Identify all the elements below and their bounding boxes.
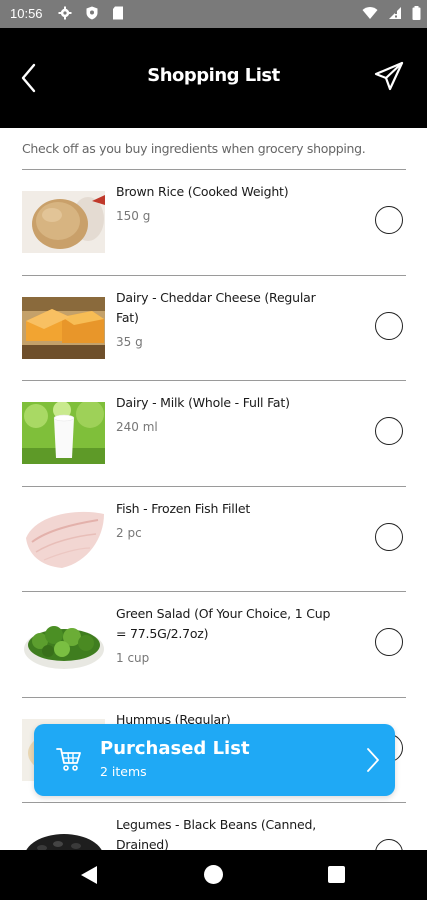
share-button[interactable] xyxy=(373,60,405,92)
purchased-count: 2 items xyxy=(100,764,147,779)
fish-fillet-image xyxy=(22,507,105,570)
settings-icon xyxy=(58,6,72,20)
item-quantity: 1 cup xyxy=(116,651,150,665)
item-quantity: 35 g xyxy=(116,334,143,349)
green-salad-image xyxy=(22,613,105,675)
status-right-icons xyxy=(362,6,421,25)
list-item: Green Salad (Of Your Choice, 1 Cup = 77.… xyxy=(22,591,406,697)
shield-icon xyxy=(86,6,98,20)
app-header: Shopping List xyxy=(0,28,427,128)
navigation-bar xyxy=(0,850,427,900)
recents-square-icon[interactable] xyxy=(328,866,345,883)
battery-icon xyxy=(412,6,421,20)
purchased-list-button[interactable]: Purchased List 2 items xyxy=(34,724,395,796)
shopping-cart-icon xyxy=(56,748,81,771)
item-name: Dairy - Cheddar Cheese (Regular Fat) xyxy=(116,289,316,325)
milk-image xyxy=(22,402,105,464)
item-name: Fish - Frozen Fish Fillet xyxy=(116,500,251,516)
list-item: Dairy - Milk (Whole - Full Fat) 240 ml xyxy=(22,380,406,486)
page-title: Shopping List xyxy=(147,65,280,86)
item-quantity: 150 g xyxy=(116,209,151,223)
list-item: Dairy - Cheddar Cheese (Regular Fat) 35 … xyxy=(22,274,406,381)
sd-card-icon xyxy=(113,6,124,20)
status-time: 10:56 xyxy=(10,6,43,21)
status-left-icons xyxy=(58,6,124,25)
item-checkbox[interactable] xyxy=(375,628,403,656)
item-name: Legumes - Black Beans (Canned, Drained) xyxy=(116,817,316,852)
item-quantity: 2 pc xyxy=(116,525,142,540)
item-checkbox[interactable] xyxy=(375,206,403,234)
item-name: Brown Rice (Cooked Weight) xyxy=(116,184,289,199)
home-circle-icon[interactable] xyxy=(204,865,223,884)
brown-rice-image xyxy=(22,191,105,253)
item-checkbox[interactable] xyxy=(375,417,403,445)
item-quantity: 240 ml xyxy=(116,420,158,434)
item-checkbox[interactable] xyxy=(375,311,403,340)
wifi-icon xyxy=(362,7,378,19)
list-item: Brown Rice (Cooked Weight) 150 g xyxy=(22,169,406,275)
cell-signal-icon xyxy=(388,7,401,19)
chevron-right-icon xyxy=(367,748,379,772)
back-triangle-icon[interactable] xyxy=(80,865,98,885)
status-bar: 10:56 xyxy=(0,0,427,28)
purchased-list-title: Purchased List xyxy=(100,738,250,759)
cheddar-cheese-image xyxy=(22,296,105,359)
item-name: Green Salad (Of Your Choice, 1 Cup = 77.… xyxy=(116,606,331,641)
list-item: Fish - Frozen Fish Fillet 2 pc xyxy=(22,485,406,592)
item-name: Dairy - Milk (Whole - Full Fat) xyxy=(116,395,290,410)
instruction-text: Check off as you buy ingredients when gr… xyxy=(22,141,366,156)
paper-plane-icon xyxy=(374,61,404,91)
item-checkbox[interactable] xyxy=(375,522,403,551)
